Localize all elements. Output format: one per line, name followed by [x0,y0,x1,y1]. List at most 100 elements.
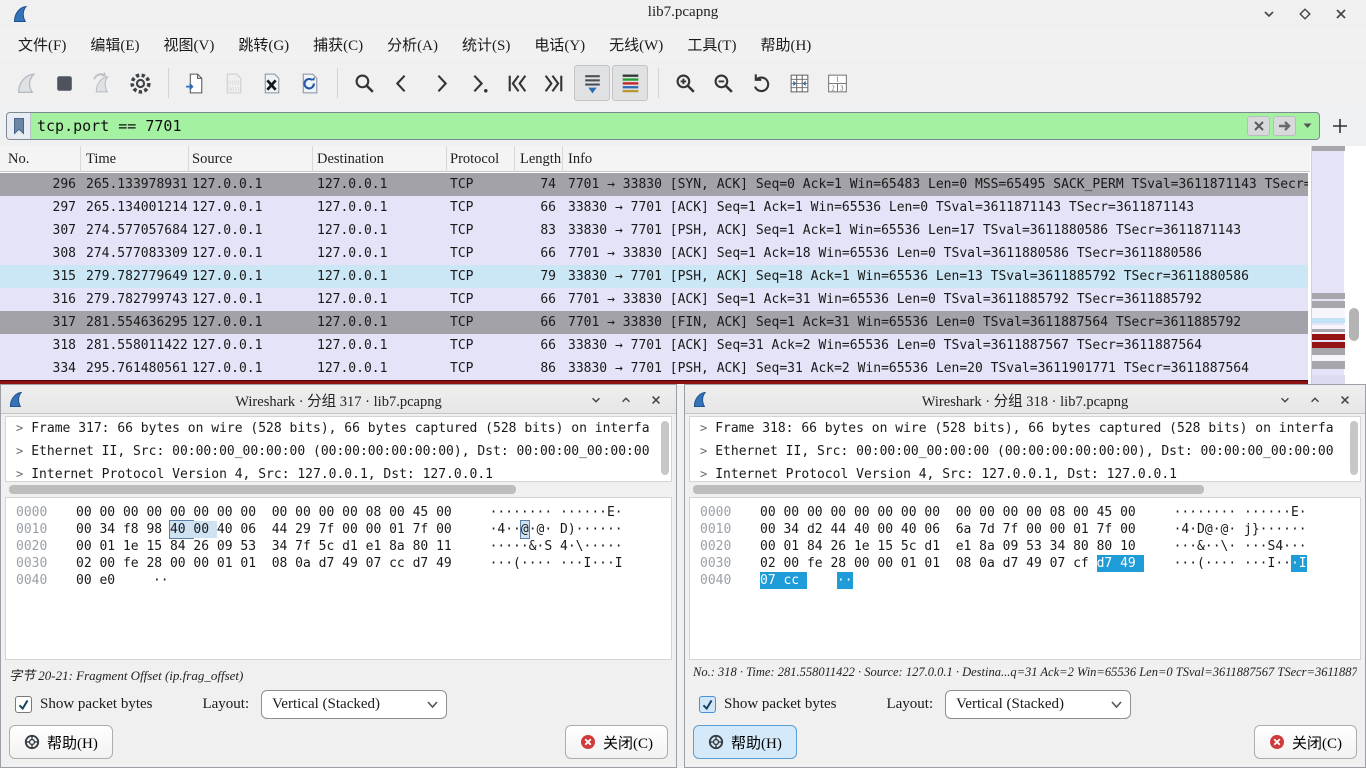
packet-list-scrollbar-thumb[interactable] [1349,308,1359,341]
save-file-button[interactable]: 01010011 [215,65,251,101]
filter-apply-button[interactable] [1273,116,1296,136]
show-packet-bytes-checkbox[interactable] [15,696,32,713]
expander-icon[interactable]: > [700,417,707,440]
menu-item-H[interactable]: 帮助(H) [748,31,823,58]
column-header-source[interactable]: Source [192,146,232,172]
hex-row[interactable]: 003002 00 fe 28 00 00 01 01 08 0a d7 49 … [6,555,671,572]
close-button[interactable]: 关闭(C) [1254,725,1357,759]
minimize-icon[interactable] [1279,394,1291,406]
column-separator[interactable] [312,146,313,172]
auto-scroll-button[interactable] [574,65,610,101]
menu-item-F[interactable]: 文件(F) [6,31,78,58]
capture-restart-button[interactable] [84,65,120,101]
packet-row-307[interactable]: 307274.577057684127.0.0.1127.0.0.1TCP833… [0,219,1308,242]
zoom-in-button[interactable] [667,65,703,101]
open-file-button[interactable] [177,65,213,101]
hex-row[interactable]: 002000 01 84 26 1e 15 5c d1 e1 8a 09 53 … [690,538,1360,555]
tree-hscrollbar-thumb[interactable] [693,485,1204,494]
capture-start-button[interactable] [8,65,44,101]
filter-add-button[interactable] [1328,114,1352,138]
go-to-packet-button[interactable] [460,65,496,101]
hex-row[interactable]: 001000 34 d2 44 40 00 40 06 6a 7d 7f 00 … [690,521,1360,538]
column-header-length[interactable]: Length [520,146,561,172]
close-icon[interactable] [650,394,662,406]
zoom-out-button[interactable] [705,65,741,101]
zoom-reset-button[interactable] [743,65,779,101]
packet-row-334[interactable]: 334295.761480561127.0.0.1127.0.0.1TCP863… [0,357,1308,380]
tree-row[interactable]: >Internet Protocol Version 4, Src: 127.0… [6,463,671,482]
packet-row-318[interactable]: 318281.558011422127.0.0.1127.0.0.1TCP663… [0,334,1308,357]
tree-scrollbar-thumb[interactable] [661,421,669,475]
tree-row[interactable]: >Ethernet II, Src: 00:00:00_00:00:00 (00… [690,440,1360,463]
go-first-button[interactable] [498,65,534,101]
expander-icon[interactable]: > [16,440,23,463]
menu-item-E[interactable]: 编辑(E) [78,31,151,58]
colorize-button[interactable] [612,65,648,101]
capture-stop-button[interactable] [46,65,82,101]
tree-row[interactable]: >Ethernet II, Src: 00:00:00_00:00:00 (00… [6,440,671,463]
display-filter-input[interactable]: tcp.port == 7701 [6,112,1320,140]
layout-select[interactable]: Vertical (Stacked) [945,690,1131,719]
menu-item-Y[interactable]: 电话(Y) [522,31,597,58]
find-packet-button[interactable] [346,65,382,101]
menu-item-S[interactable]: 统计(S) [450,31,522,58]
show-packet-bytes-checkbox[interactable] [699,696,716,713]
tree-row[interactable]: >Frame 318: 66 bytes on wire (528 bits),… [690,417,1360,440]
help-button[interactable]: 帮助(H) [9,725,113,759]
filter-bookmark-icon[interactable] [7,113,31,139]
packet-row-317[interactable]: 317281.554636295127.0.0.1127.0.0.1TCP667… [0,311,1308,334]
close-file-button[interactable] [253,65,289,101]
minimize-icon[interactable] [590,394,602,406]
filter-clear-button[interactable] [1247,116,1270,136]
restore-icon[interactable] [620,394,632,406]
hex-row[interactable]: 002000 01 1e 15 84 26 09 53 34 7f 5c d1 … [6,538,671,555]
intelligent-scrollbar-map[interactable] [1311,146,1344,384]
close-button[interactable]: 关闭(C) [565,725,668,759]
column-separator[interactable] [446,146,447,172]
column-separator[interactable] [80,146,81,172]
hex-row[interactable]: 000000 00 00 00 00 00 00 00 00 00 00 00 … [6,504,671,521]
expander-icon[interactable]: > [700,440,707,463]
filter-value[interactable]: tcp.port == 7701 [31,117,1247,135]
menu-item-T[interactable]: 工具(T) [675,31,748,58]
filter-dropdown-caret[interactable] [1299,123,1315,129]
go-forward-button[interactable] [422,65,458,101]
maximize-icon[interactable] [1298,7,1312,21]
column-header-info[interactable]: Info [568,146,592,172]
resize-columns-button[interactable] [781,65,817,101]
expander-icon[interactable]: > [700,463,707,482]
close-icon[interactable] [1334,7,1348,21]
menu-item-W[interactable]: 无线(W) [597,31,675,58]
layout-select[interactable]: Vertical (Stacked) [261,690,447,719]
column-separator[interactable] [514,146,515,172]
tree-row[interactable]: >Frame 317: 66 bytes on wire (528 bits),… [6,417,671,440]
capture-options-button[interactable] [122,65,158,101]
hex-row[interactable]: 004007 cc ·· [690,572,1360,589]
column-header-destination[interactable]: Destination [317,146,384,172]
packet-row-315[interactable]: 315279.782779649127.0.0.1127.0.0.1TCP793… [0,265,1308,288]
hex-row[interactable]: 000000 00 00 00 00 00 00 00 00 00 00 00 … [690,504,1360,521]
packet-row-297[interactable]: 297265.134001214127.0.0.1127.0.0.1TCP663… [0,196,1308,219]
menu-item-C[interactable]: 捕获(C) [301,31,375,58]
help-button[interactable]: 帮助(H) [693,725,797,759]
expander-icon[interactable]: > [16,417,23,440]
layout-pick-button[interactable]: 123 [819,65,855,101]
menu-item-G[interactable]: 跳转(G) [226,31,301,58]
menu-item-V[interactable]: 视图(V) [152,31,227,58]
column-header-no[interactable]: No. [8,146,29,172]
hex-row[interactable]: 003002 00 fe 28 00 00 01 01 08 0a d7 49 … [690,555,1360,572]
go-back-button[interactable] [384,65,420,101]
hex-row[interactable]: 001000 34 f8 98 40 00 40 06 44 29 7f 00 … [6,521,671,538]
tree-scrollbar-thumb[interactable] [1350,421,1358,475]
restore-icon[interactable] [1309,394,1321,406]
packet-row-296[interactable]: 296265.133978931127.0.0.1127.0.0.1TCP747… [0,173,1308,196]
reload-file-button[interactable] [291,65,327,101]
tree-row[interactable]: >Internet Protocol Version 4, Src: 127.0… [690,463,1360,482]
minimize-icon[interactable] [1262,7,1276,21]
hex-row[interactable]: 004000 e0 ·· [6,572,671,589]
tree-hscrollbar-thumb[interactable] [9,485,516,494]
expander-icon[interactable]: > [16,463,23,482]
packet-row-316[interactable]: 316279.782799743127.0.0.1127.0.0.1TCP667… [0,288,1308,311]
column-separator[interactable] [562,146,563,172]
column-separator[interactable] [188,146,189,172]
